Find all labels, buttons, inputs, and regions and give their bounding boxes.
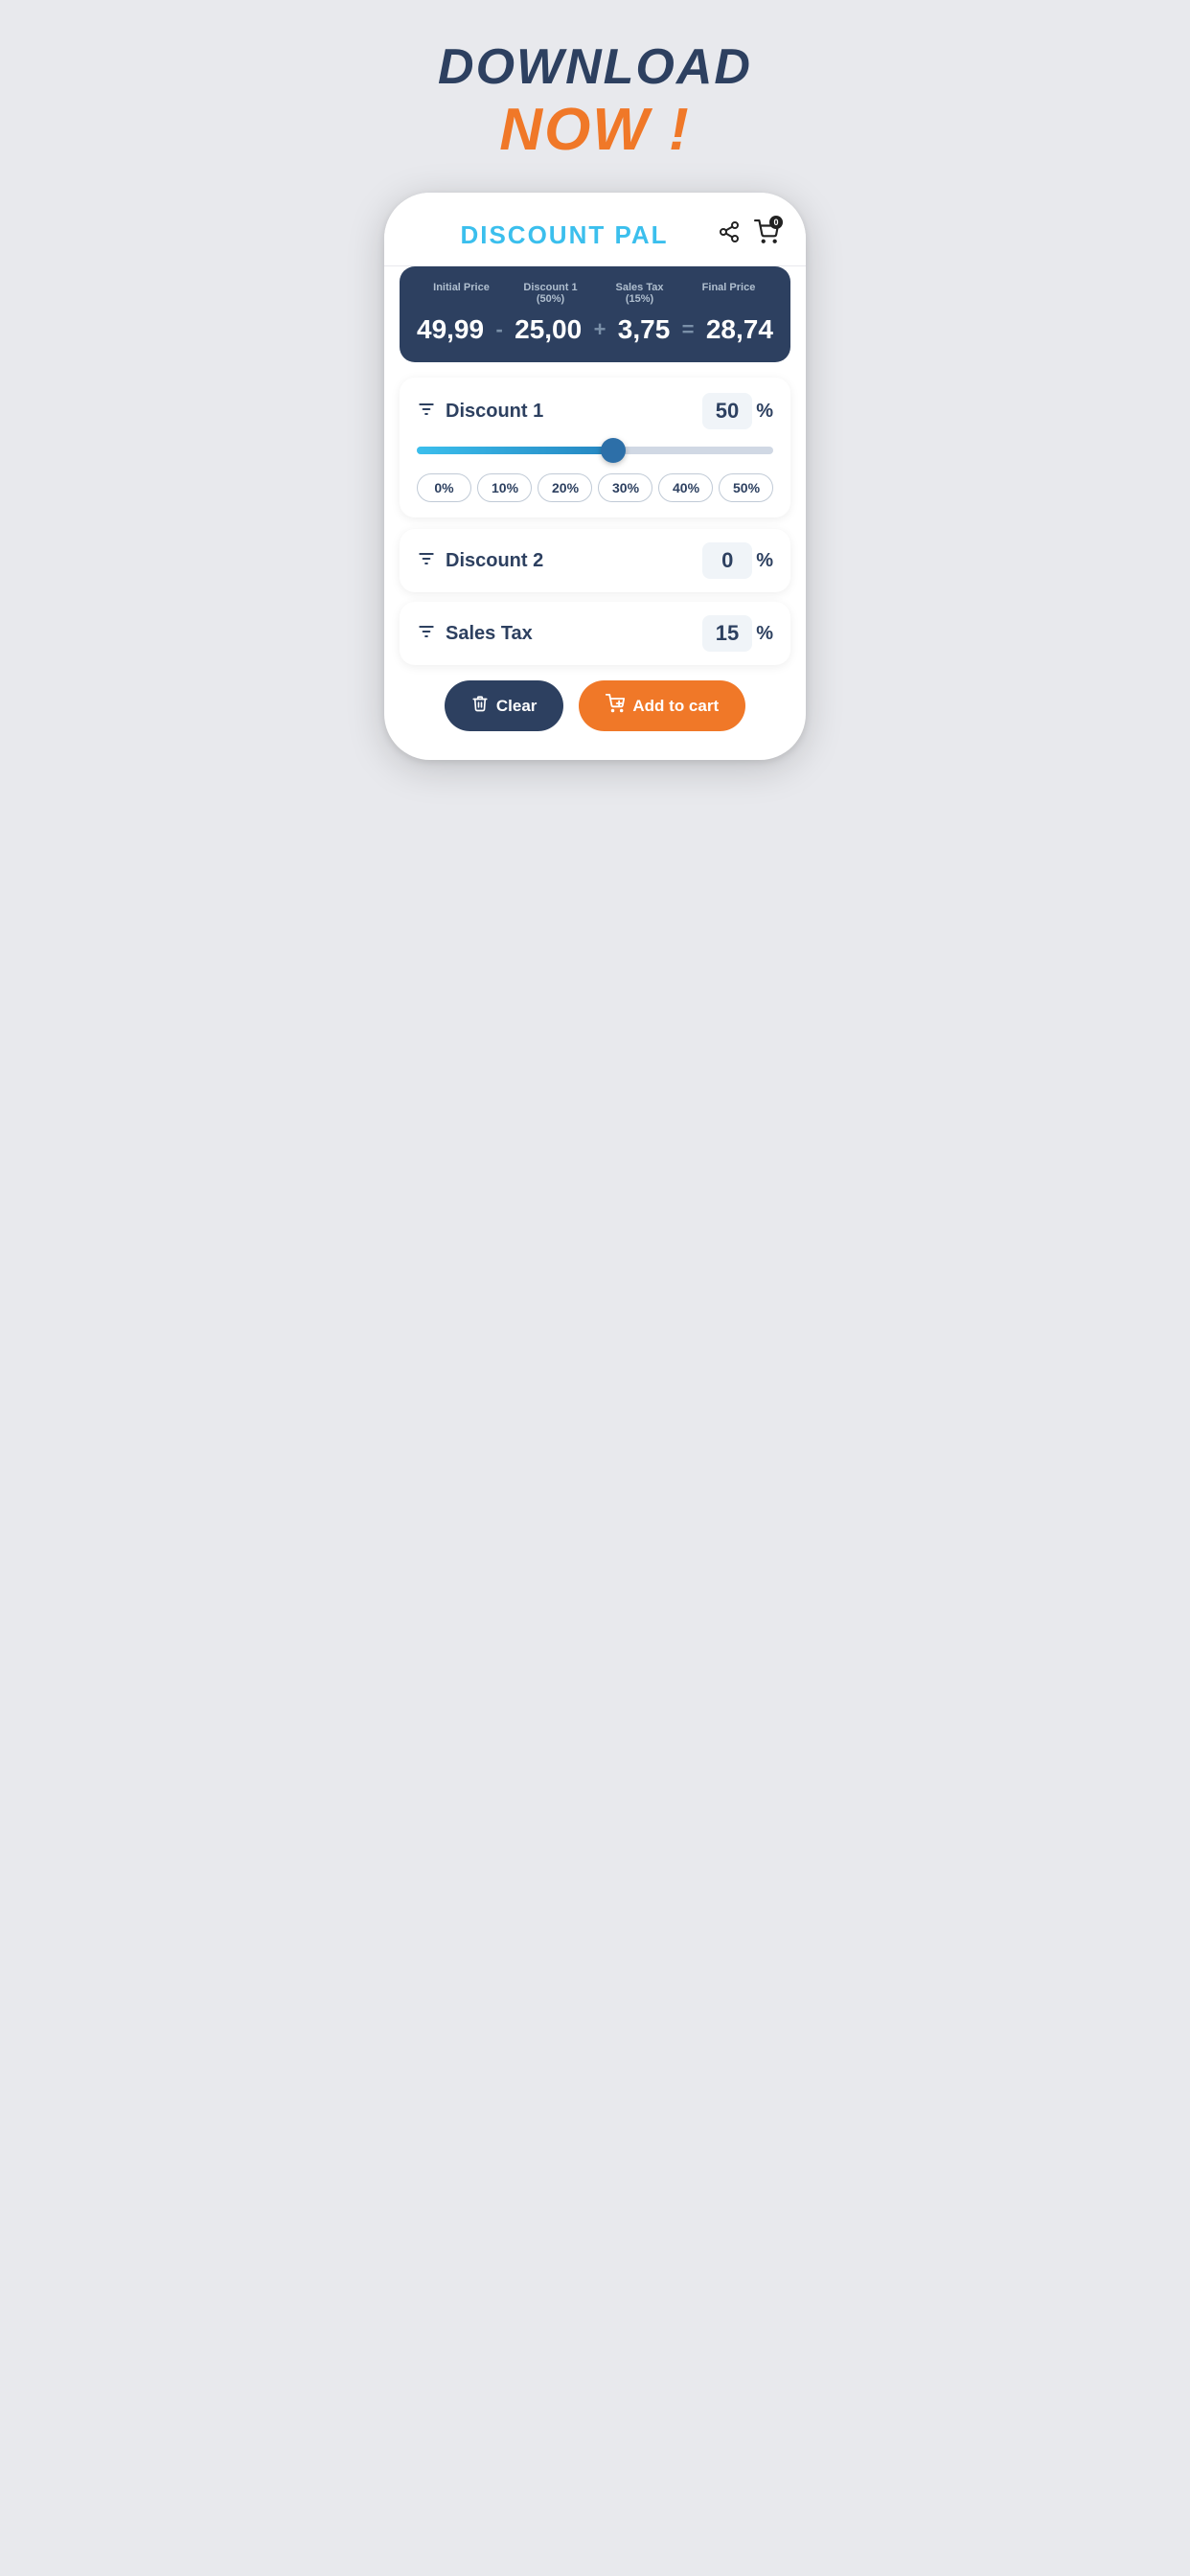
discount1-header: Discount 1 50 % (417, 393, 773, 429)
slider-container[interactable] (417, 441, 773, 460)
phone-frame: DISCOUNT PAL (384, 193, 806, 760)
sales-tax-header: Sales Tax 15 % (417, 615, 773, 652)
action-row: Clear Add to cart (400, 680, 790, 731)
discount1-label: Discount 1 (446, 401, 543, 423)
discount2-filter-icon (417, 549, 436, 573)
label-final: Final Price (684, 282, 773, 305)
add-to-cart-icon (606, 694, 625, 718)
price-final: 28,74 (706, 314, 773, 345)
slider-thumb[interactable] (601, 438, 626, 463)
preset-buttons: 0% 10% 20% 30% 40% 50% (417, 473, 773, 502)
label-sales-tax: Sales Tax(15%) (595, 282, 684, 305)
cart-count: 0 (769, 216, 783, 229)
hero-line1: DOWNLOAD (438, 38, 752, 96)
discount1-value: 50 (702, 393, 752, 429)
preset-btn-20[interactable]: 20% (538, 473, 592, 502)
clear-label: Clear (496, 697, 538, 716)
discount2-header: Discount 2 0 % (417, 542, 773, 579)
sales-tax-label: Sales Tax (446, 623, 533, 645)
sales-tax-section: Sales Tax 15 % (400, 602, 790, 665)
add-to-cart-button[interactable]: Add to cart (579, 680, 745, 731)
app-title: DISCOUNT PAL (411, 220, 718, 250)
add-to-cart-label: Add to cart (632, 697, 719, 716)
label-initial: Initial Price (417, 282, 506, 305)
header-icons: 0 (718, 219, 779, 250)
price-summary-card: Initial Price Discount 1(50%) Sales Tax(… (400, 266, 790, 362)
clear-button[interactable]: Clear (445, 680, 564, 731)
sales-tax-title-row: Sales Tax (417, 622, 533, 646)
app-header: DISCOUNT PAL (384, 193, 806, 266)
price-values-row: 49,99 - 25,00 + 3,75 = 28,74 (417, 314, 773, 345)
preset-btn-50[interactable]: 50% (719, 473, 773, 502)
discount1-slider-row[interactable] (417, 441, 773, 460)
op-plus: + (592, 317, 608, 342)
discount2-value: 0 (702, 542, 752, 579)
discount1-section: Discount 1 50 % 0% 10% 20% 30% 40% (400, 378, 790, 518)
slider-track-fill (417, 447, 613, 454)
op-equals: = (680, 317, 697, 342)
sales-tax-filter-icon (417, 622, 436, 646)
preset-btn-40[interactable]: 40% (658, 473, 713, 502)
price-sales-tax: 3,75 (618, 314, 671, 345)
sales-tax-percent: % (756, 623, 773, 645)
discount1-percent: % (756, 401, 773, 423)
preset-btn-0[interactable]: 0% (417, 473, 471, 502)
price-initial: 49,99 (417, 314, 484, 345)
sales-tax-value: 15 (702, 615, 752, 652)
discount2-title-row: Discount 2 (417, 549, 543, 573)
hero-line2: NOW ! (438, 96, 752, 164)
discount1-value-box: 50 % (702, 393, 773, 429)
discount1-filter-icon (417, 400, 436, 424)
label-discount1: Discount 1(50%) (506, 282, 595, 305)
cart-header-icon[interactable]: 0 (754, 219, 779, 250)
hero-title: DOWNLOAD NOW ! (438, 38, 752, 164)
preset-btn-30[interactable]: 30% (598, 473, 652, 502)
page-wrapper: DOWNLOAD NOW ! DISCOUNT PAL (375, 38, 815, 760)
discount2-value-box: 0 % (702, 542, 773, 579)
price-labels-row: Initial Price Discount 1(50%) Sales Tax(… (417, 282, 773, 305)
clear-icon (471, 695, 489, 717)
share-icon[interactable] (718, 220, 741, 249)
discount2-label: Discount 2 (446, 550, 543, 572)
preset-btn-10[interactable]: 10% (477, 473, 532, 502)
price-discount1: 25,00 (515, 314, 582, 345)
op-minus: - (493, 317, 504, 342)
discount2-section: Discount 2 0 % (400, 529, 790, 592)
discount1-title-row: Discount 1 (417, 400, 543, 424)
discount2-percent: % (756, 550, 773, 572)
sales-tax-value-box: 15 % (702, 615, 773, 652)
